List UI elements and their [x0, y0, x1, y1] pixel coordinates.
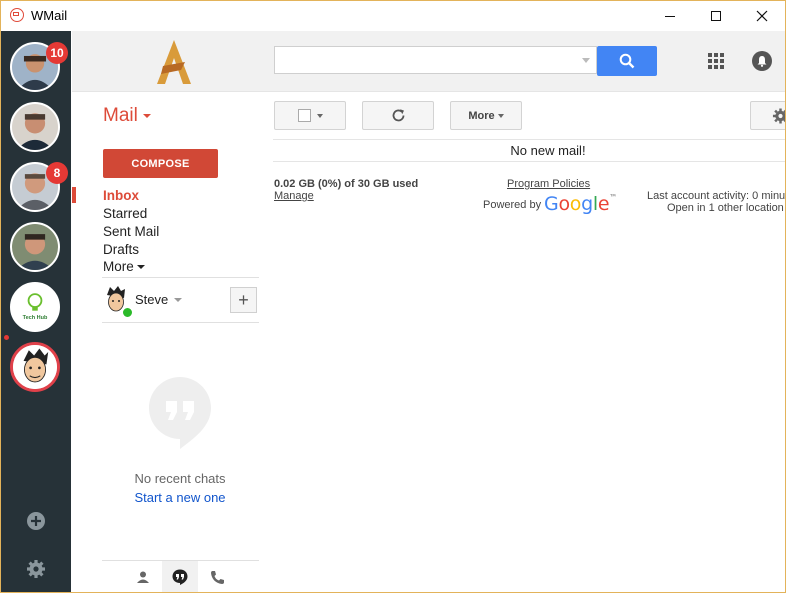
search-input[interactable] — [274, 46, 597, 74]
nav-starred[interactable]: Starred — [103, 206, 147, 221]
maximize-button[interactable] — [693, 1, 739, 31]
chat-user-name[interactable]: Steve — [135, 292, 168, 307]
divider — [102, 277, 259, 278]
refresh-icon — [392, 109, 404, 122]
compose-button[interactable]: COMPOSE — [103, 149, 218, 178]
trademark-symbol: ™ — [609, 193, 617, 202]
notifications-bell-icon[interactable] — [752, 51, 772, 71]
chevron-down-icon — [136, 265, 145, 270]
program-policies-link[interactable]: Program Policies — [507, 178, 590, 190]
refresh-button[interactable] — [362, 101, 434, 130]
nav-more[interactable]: More — [103, 259, 145, 274]
no-chats-text: No recent chats — [134, 471, 226, 486]
google-letter: G — [544, 193, 559, 215]
start-new-chat-link[interactable]: Start a new one — [102, 490, 258, 505]
google-letter: o — [558, 193, 570, 215]
empty-inbox-message: No new mail! — [510, 143, 586, 158]
new-chat-button[interactable]: + — [230, 287, 257, 313]
svg-text:Tech Hub: Tech Hub — [23, 315, 48, 321]
maximize-icon — [711, 11, 721, 21]
divider — [273, 139, 785, 140]
add-account-icon[interactable] — [25, 510, 47, 532]
chevron-down-icon — [316, 113, 323, 118]
google-letter: o — [569, 193, 582, 215]
last-activity-text: Last account activity: 0 minutes ago — [647, 190, 786, 202]
title-bar: WMail — [1, 1, 785, 31]
minimize-icon — [665, 15, 675, 17]
settings-gear-icon[interactable] — [25, 558, 47, 580]
person-photo-icon — [12, 104, 58, 150]
divider — [273, 161, 785, 162]
inbox-selected-marker — [72, 187, 76, 203]
apps-grid-icon[interactable] — [708, 53, 724, 69]
wmail-logo-icon — [10, 8, 24, 22]
storage-usage: 0.02 GB (0%) of 30 GB used — [274, 178, 419, 190]
brand-logo-icon — [157, 40, 191, 84]
hangouts-icon — [149, 377, 211, 449]
person-icon — [137, 571, 149, 583]
hangouts-tab[interactable] — [162, 561, 198, 592]
google-letter: e — [597, 193, 610, 215]
chat-status-caret-icon[interactable] — [174, 298, 182, 302]
google-letter: g — [581, 193, 593, 215]
gear-icon — [772, 107, 785, 124]
chevron-down-icon — [497, 113, 504, 118]
manage-storage-link[interactable]: Manage — [274, 190, 314, 202]
minimize-button[interactable] — [647, 1, 693, 31]
active-account-indicator — [4, 335, 9, 340]
nav-more-label: More — [103, 259, 134, 274]
select-checkbox[interactable] — [297, 109, 311, 122]
more-actions-button[interactable]: More — [450, 101, 522, 130]
window-title: WMail — [31, 8, 68, 23]
contacts-tab[interactable] — [125, 561, 161, 592]
search-options-caret-icon[interactable] — [582, 58, 590, 63]
powered-by-text: Powered by — [483, 199, 542, 211]
person-photo-icon — [12, 224, 58, 270]
open-locations-text: Open in 1 other location — [667, 202, 784, 214]
unread-badge-1: 10 — [46, 42, 68, 64]
unread-badge-3: 8 — [46, 162, 68, 184]
close-icon — [756, 10, 768, 22]
google-wordmark: Google — [544, 193, 610, 215]
more-actions-label: More — [468, 109, 495, 122]
mail-menu-label[interactable]: Mail — [103, 105, 138, 127]
chat-tabs — [102, 560, 259, 592]
hangouts-quote-icon — [172, 569, 188, 585]
account-tech-hub[interactable]: Tech Hub — [10, 282, 60, 332]
google-logo: Google™ — [544, 193, 617, 215]
search-button[interactable] — [597, 46, 657, 76]
account-avatar-4[interactable] — [10, 222, 60, 272]
tech-hub-logo-icon: Tech Hub — [12, 284, 58, 330]
phone-icon — [210, 570, 224, 584]
settings-button[interactable] — [750, 101, 785, 130]
nav-drafts[interactable]: Drafts — [103, 242, 139, 257]
gmail-header — [72, 31, 785, 92]
account-avatar-2[interactable] — [10, 102, 60, 152]
nav-sent-mail[interactable]: Sent Mail — [103, 224, 159, 239]
divider — [102, 322, 259, 323]
search-icon — [619, 53, 635, 69]
app-window: WMail 10 8 Tech Hub Mail COMPOSE Inbox S… — [0, 0, 786, 593]
select-all-button[interactable] — [274, 101, 346, 130]
account-avatar-active[interactable] — [10, 342, 60, 392]
phone-tab[interactable] — [199, 561, 235, 592]
online-status-indicator — [122, 307, 133, 318]
nav-inbox[interactable]: Inbox — [103, 188, 139, 203]
mail-menu-caret-icon[interactable] — [143, 114, 151, 118]
cartoon-avatar-icon — [13, 345, 57, 389]
close-button[interactable] — [739, 1, 785, 31]
